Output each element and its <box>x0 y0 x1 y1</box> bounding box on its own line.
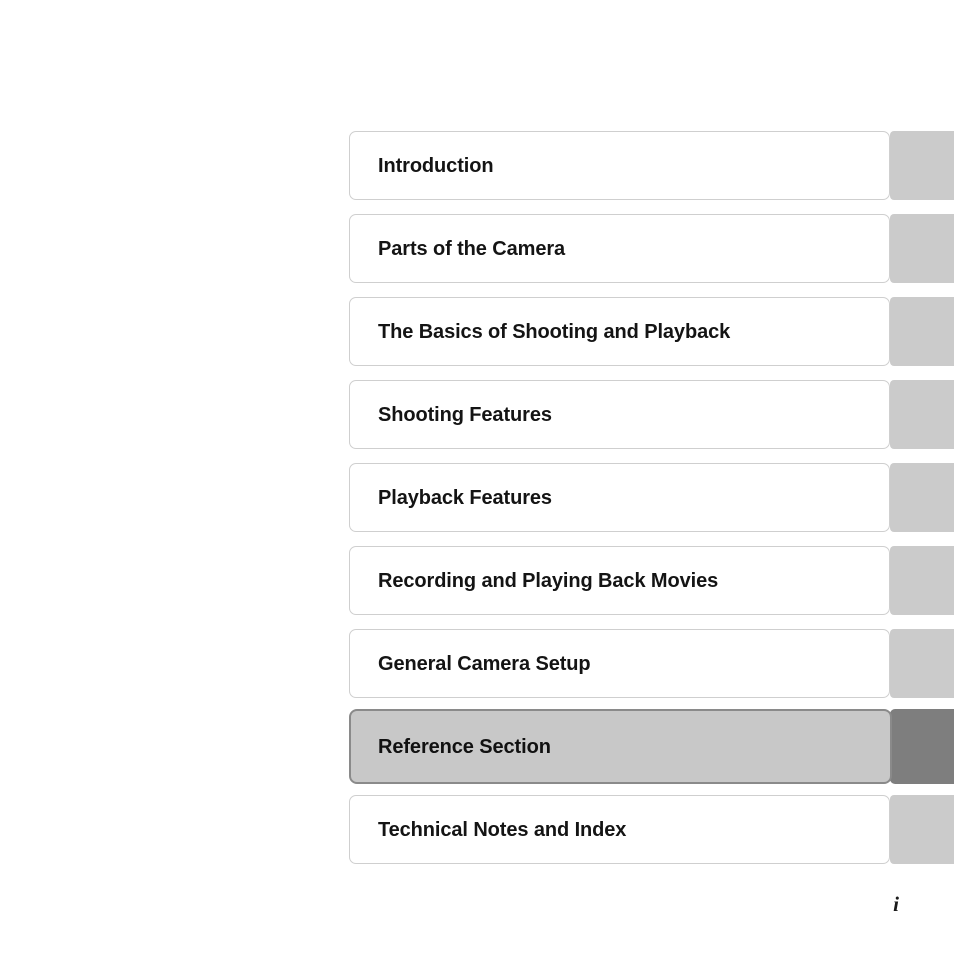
toc-section-label: Playback Features <box>378 486 552 509</box>
toc-section-box[interactable]: Technical Notes and Index <box>349 795 890 864</box>
toc-section-label: Recording and Playing Back Movies <box>378 569 719 592</box>
toc-section-the-basics-of-shooting-and-playback[interactable]: The Basics of Shooting and Playback <box>349 297 954 366</box>
thumb-index-tab-active[interactable] <box>890 709 954 784</box>
toc-section-label: Introduction <box>378 154 494 177</box>
toc-section-label: Reference Section <box>378 735 551 758</box>
toc-section-box[interactable]: General Camera Setup <box>349 629 890 698</box>
table-of-contents-tab-stack: Introduction Parts of the Camera The Bas… <box>349 131 954 870</box>
thumb-index-tab[interactable] <box>890 629 954 698</box>
toc-section-general-camera-setup[interactable]: General Camera Setup <box>349 629 954 698</box>
thumb-index-tab[interactable] <box>890 380 954 449</box>
thumb-index-tab[interactable] <box>890 297 954 366</box>
thumb-index-tab[interactable] <box>890 463 954 532</box>
toc-section-box[interactable]: Parts of the Camera <box>349 214 890 283</box>
thumb-index-tab[interactable] <box>890 546 954 615</box>
toc-section-playback-features[interactable]: Playback Features <box>349 463 954 532</box>
toc-section-box[interactable]: Playback Features <box>349 463 890 532</box>
toc-section-label: The Basics of Shooting and Playback <box>378 320 731 343</box>
toc-section-introduction[interactable]: Introduction <box>349 131 954 200</box>
toc-section-reference-section[interactable]: Reference Section <box>349 709 954 784</box>
thumb-index-tab[interactable] <box>890 214 954 283</box>
toc-section-shooting-features[interactable]: Shooting Features <box>349 380 954 449</box>
toc-section-label: Parts of the Camera <box>378 237 566 260</box>
toc-section-label: General Camera Setup <box>378 652 591 675</box>
thumb-index-tab[interactable] <box>890 131 954 200</box>
toc-section-box-active[interactable]: Reference Section <box>349 709 892 784</box>
toc-section-technical-notes-and-index[interactable]: Technical Notes and Index <box>349 795 954 864</box>
toc-section-recording-and-playing-back-movies[interactable]: Recording and Playing Back Movies <box>349 546 954 615</box>
toc-section-box[interactable]: Introduction <box>349 131 890 200</box>
toc-section-label: Technical Notes and Index <box>378 818 627 841</box>
manual-contents-page: Introduction Parts of the Camera The Bas… <box>0 0 954 954</box>
page-number: i <box>893 892 899 916</box>
toc-section-label: Shooting Features <box>378 403 552 426</box>
toc-section-box[interactable]: Recording and Playing Back Movies <box>349 546 890 615</box>
toc-section-box[interactable]: The Basics of Shooting and Playback <box>349 297 890 366</box>
toc-section-parts-of-the-camera[interactable]: Parts of the Camera <box>349 214 954 283</box>
toc-section-box[interactable]: Shooting Features <box>349 380 890 449</box>
thumb-index-tab[interactable] <box>890 795 954 864</box>
